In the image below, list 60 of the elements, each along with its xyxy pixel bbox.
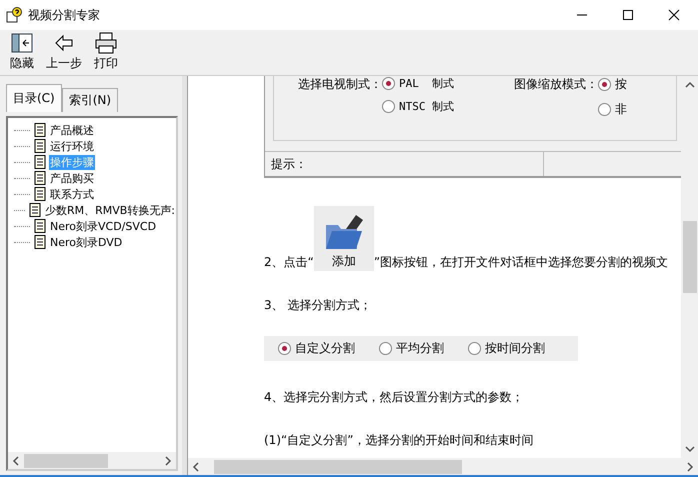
tree-item[interactable]: 产品概述 (49, 122, 95, 138)
toolbar-button[interactable]: 上一步 (42, 30, 86, 75)
tab[interactable]: 目录(C) (6, 84, 62, 112)
radio-button[interactable] (382, 77, 395, 90)
step-text: 2、点击“ (264, 254, 314, 271)
window-title: 视频分割专家 (28, 6, 100, 24)
tree-item[interactable]: 联系方式 (49, 186, 95, 202)
field-label: 选择电视制式： (298, 76, 382, 93)
scroll-right-icon[interactable] (164, 456, 172, 466)
scroll-thumb[interactable] (24, 454, 108, 468)
tree-item[interactable]: Nero刻录DVD (49, 234, 124, 250)
radio-button[interactable] (382, 100, 395, 113)
scroll-thumb[interactable] (214, 460, 462, 474)
window-pane-icon (10, 32, 34, 54)
scroll-left-icon[interactable] (192, 462, 200, 472)
page-icon (34, 219, 46, 233)
radio-button[interactable] (598, 103, 612, 116)
radio-option[interactable]: 自定义分割 (278, 340, 355, 357)
step-text: ”图标按钮，在打开文件对话框中选择您要分割的视频文 (374, 254, 668, 271)
hint-label: 提示： (271, 156, 307, 172)
tree-item[interactable]: 少数RM、RMVB转换无声: (44, 202, 176, 218)
close-icon[interactable] (668, 9, 680, 21)
radio-option[interactable]: 按 (598, 76, 628, 93)
tab[interactable]: 索引(N) (62, 88, 118, 112)
page-icon (34, 155, 46, 169)
step-text: 3、 选择分割方式； (264, 297, 372, 314)
page-icon (34, 171, 46, 185)
radio-button[interactable] (468, 342, 481, 355)
help-icon (6, 7, 22, 23)
radio-button[interactable] (598, 78, 612, 91)
scroll-right-icon[interactable] (686, 462, 694, 472)
radio-option[interactable]: 非 (598, 101, 628, 118)
page-icon (34, 187, 46, 201)
step-text: 4、选择完分割方式，然后设置分割方式的参数； (264, 389, 525, 406)
horizontal-scrollbar[interactable] (8, 452, 176, 469)
page-icon (34, 235, 46, 249)
tree-item[interactable]: 产品购买 (49, 170, 95, 186)
radio-option[interactable]: PAL 制式 (382, 76, 454, 91)
printer-icon (94, 32, 118, 54)
page-icon (34, 139, 46, 153)
step-text: (1)“自定义分割”，选择分割的开始时间和结束时间 (264, 432, 534, 449)
radio-button[interactable] (379, 342, 392, 355)
radio-option[interactable]: 平均分割 (379, 340, 444, 357)
scroll-left-icon[interactable] (12, 456, 20, 466)
radio-option[interactable]: 按时间分割 (468, 340, 545, 357)
tree-item[interactable]: Nero刻录VCD/SVCD (49, 218, 158, 234)
tree-item[interactable]: 运行环境 (49, 138, 95, 154)
page-icon (28, 203, 41, 217)
toolbar-button[interactable]: 打印 (90, 30, 122, 75)
vertical-scrollbar[interactable] (681, 76, 698, 458)
scroll-down-icon[interactable] (684, 445, 694, 453)
radio-button[interactable] (278, 342, 291, 355)
toolbar-button[interactable]: 隐藏 (6, 30, 38, 75)
scroll-up-icon[interactable] (684, 81, 694, 89)
maximize-icon[interactable] (622, 9, 634, 21)
radio-option[interactable]: NTSC 制式 (382, 99, 454, 114)
horizontal-scrollbar[interactable] (188, 458, 698, 475)
page-icon (34, 123, 46, 137)
field-label: 图像缩放模式： (514, 76, 598, 93)
scroll-thumb[interactable] (682, 221, 696, 293)
